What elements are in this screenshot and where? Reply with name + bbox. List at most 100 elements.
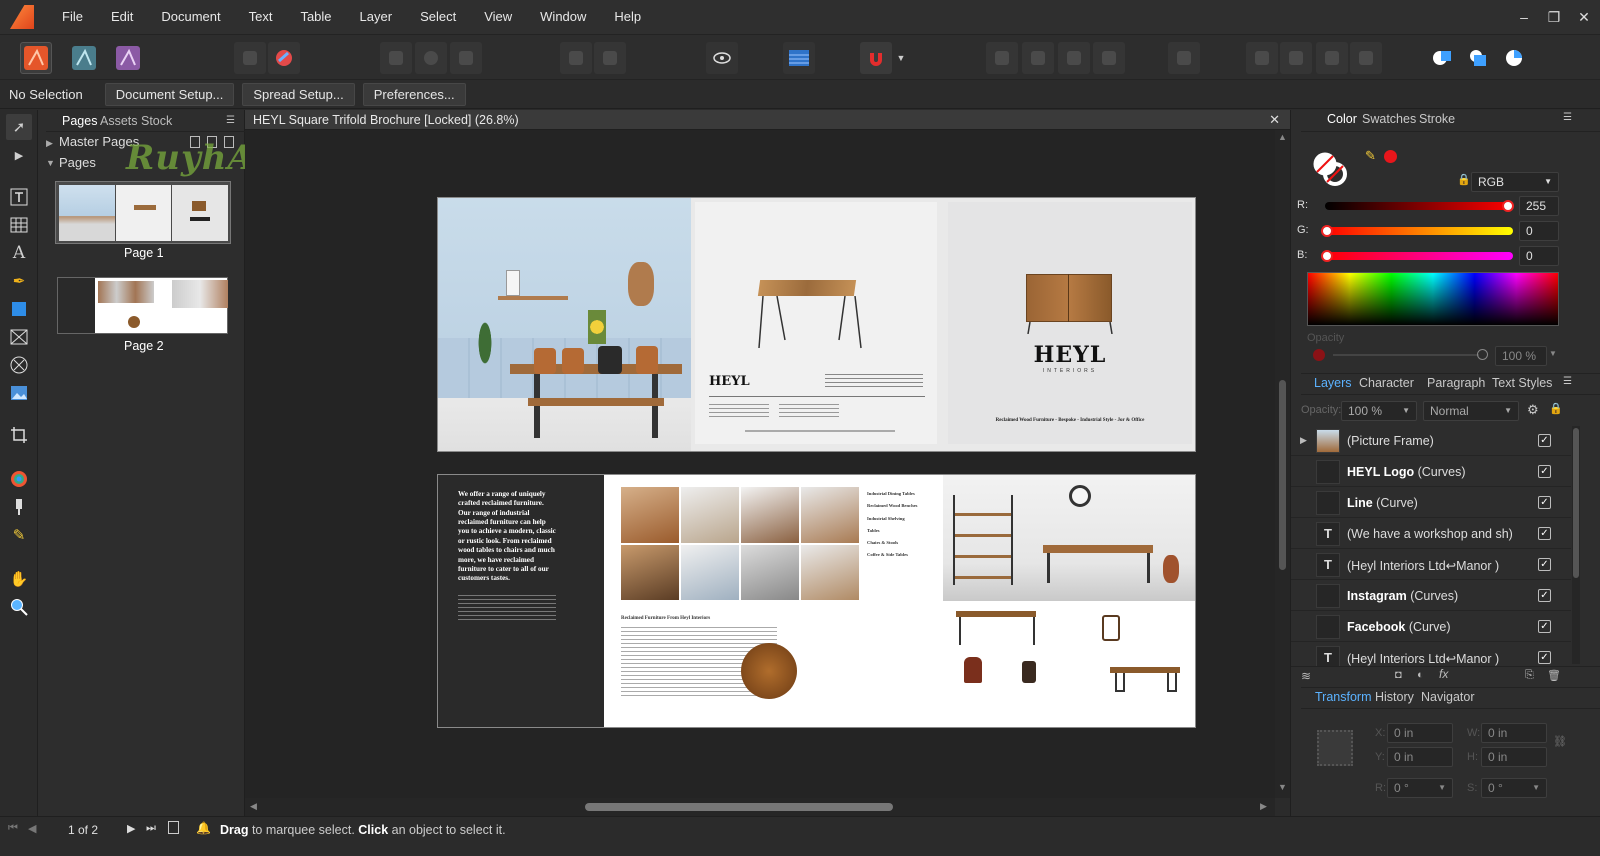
vertical-scrollbar[interactable]: ▲ ▼ bbox=[1275, 130, 1290, 798]
last-page-icon[interactable]: ⏭ bbox=[146, 822, 156, 835]
layer-row[interactable]: Line (Curve) ✓ bbox=[1291, 488, 1571, 518]
document-setup-button[interactable]: Document Setup... bbox=[104, 82, 235, 106]
y-field[interactable]: 0 in bbox=[1387, 747, 1453, 767]
first-page-icon[interactable]: ⏮ bbox=[8, 822, 18, 835]
menu-help[interactable]: Help bbox=[600, 0, 655, 34]
layers-scrollbar[interactable] bbox=[1572, 426, 1580, 664]
page-1-thumbnail[interactable] bbox=[55, 181, 231, 244]
layer-row[interactable]: T (Heyl Interiors Ltd↩Manor ) ✓ bbox=[1291, 550, 1571, 580]
pages-icon[interactable] bbox=[168, 821, 179, 834]
tab-color[interactable]: Color bbox=[1327, 112, 1357, 126]
tab-navigator[interactable]: Navigator bbox=[1421, 690, 1475, 704]
color-panel-menu-icon[interactable]: ☰ bbox=[1563, 112, 1572, 123]
layer-visibility-checkbox[interactable]: ✓ bbox=[1538, 620, 1551, 633]
menu-text[interactable]: Text bbox=[235, 0, 287, 34]
r-value-field[interactable]: 255 bbox=[1519, 196, 1559, 216]
boolean-subtract-icon[interactable] bbox=[1462, 42, 1494, 74]
rotation-field[interactable]: 0 ° ▼ bbox=[1387, 778, 1453, 798]
layer-visibility-checkbox[interactable]: ✓ bbox=[1538, 589, 1551, 602]
rotate-left-icon[interactable] bbox=[1316, 42, 1348, 74]
g-slider[interactable] bbox=[1325, 227, 1513, 235]
expand-master-pages-icon[interactable]: ▶ bbox=[46, 138, 53, 149]
color-model-select[interactable]: RGB ▼ bbox=[1471, 172, 1559, 192]
picture-frame-icon[interactable] bbox=[450, 42, 482, 74]
move-tool-icon[interactable]: ➚ bbox=[6, 114, 32, 140]
delete-layer-icon[interactable]: 🗑 bbox=[1547, 669, 1561, 682]
notification-bell-icon[interactable]: 🔔 bbox=[196, 821, 211, 835]
preferences-button[interactable]: Preferences... bbox=[362, 82, 466, 106]
ellipse-frame-tool-icon[interactable] bbox=[6, 352, 32, 378]
pen-tool-icon[interactable]: ✒ bbox=[6, 268, 32, 294]
vertical-scroll-thumb[interactable] bbox=[1279, 380, 1286, 570]
opacity-value-field[interactable]: 100 % bbox=[1495, 346, 1547, 366]
layer-row[interactable]: Instagram (Curves) ✓ bbox=[1291, 581, 1571, 611]
menu-select[interactable]: Select bbox=[406, 0, 470, 34]
next-page-icon[interactable]: ▶ bbox=[127, 822, 135, 835]
r-slider[interactable] bbox=[1325, 202, 1513, 210]
view-mode-icon[interactable] bbox=[706, 42, 738, 74]
tab-character[interactable]: Character bbox=[1359, 376, 1414, 390]
b-value-field[interactable]: 0 bbox=[1519, 246, 1559, 266]
pin-icon[interactable] bbox=[560, 42, 592, 74]
rectangle-tool-icon[interactable] bbox=[6, 296, 32, 322]
close-document-icon[interactable]: ✕ bbox=[1269, 112, 1280, 128]
opacity-dropdown-icon[interactable]: ▼ bbox=[1549, 349, 1557, 358]
layer-visibility-checkbox[interactable]: ✓ bbox=[1538, 434, 1551, 447]
document-canvas[interactable]: HEYL HEYL INTERIORS Reclaimed Wood Furni… bbox=[245, 130, 1275, 798]
boolean-intersect-icon[interactable] bbox=[1498, 42, 1530, 74]
lock-icon[interactable]: 🔒 bbox=[1457, 173, 1471, 186]
baseline-grid-icon[interactable] bbox=[783, 42, 815, 74]
b-slider[interactable] bbox=[1325, 252, 1513, 260]
scroll-left-icon[interactable]: ◀ bbox=[250, 801, 257, 812]
anchor-icon[interactable] bbox=[594, 42, 626, 74]
tab-pages[interactable]: Pages bbox=[62, 110, 97, 132]
color-picker-icon[interactable]: ✎ bbox=[1365, 148, 1376, 164]
layer-visibility-checkbox[interactable]: ✓ bbox=[1538, 558, 1551, 571]
g-slider-knob[interactable] bbox=[1321, 225, 1333, 237]
frame-text-tool-icon[interactable] bbox=[6, 184, 32, 210]
layer-row[interactable]: Facebook (Curve) ✓ bbox=[1291, 612, 1571, 642]
opacity-slider[interactable] bbox=[1333, 354, 1479, 356]
horizontal-scroll-thumb[interactable] bbox=[585, 803, 893, 811]
blend-mode-select[interactable]: Normal ▼ bbox=[1423, 401, 1519, 421]
previous-page-icon[interactable]: ◀ bbox=[28, 822, 36, 835]
scroll-down-icon[interactable]: ▼ bbox=[1278, 782, 1287, 792]
tab-history[interactable]: History bbox=[1375, 690, 1414, 704]
place-image-tool-icon[interactable] bbox=[6, 380, 32, 406]
snapping-icon[interactable] bbox=[860, 42, 892, 74]
h-field[interactable]: 0 in bbox=[1481, 747, 1547, 767]
layer-visibility-checkbox[interactable]: ✓ bbox=[1538, 527, 1551, 540]
scroll-right-icon[interactable]: ▶ bbox=[1260, 801, 1267, 812]
layer-row[interactable]: HEYL Logo (Curves) ✓ bbox=[1291, 457, 1571, 487]
rotate-right-icon[interactable] bbox=[1350, 42, 1382, 74]
layers-panel-menu-icon[interactable]: ☰ bbox=[1563, 376, 1572, 387]
publisher-persona-icon[interactable] bbox=[20, 42, 52, 74]
ellipse-frame-icon[interactable] bbox=[415, 42, 447, 74]
align-icon[interactable] bbox=[1168, 42, 1200, 74]
panel-menu-icon[interactable]: ☰ bbox=[226, 110, 235, 132]
horizontal-scrollbar[interactable]: ◀ ▶ bbox=[245, 798, 1275, 816]
move-forward-icon[interactable] bbox=[1058, 42, 1090, 74]
menu-edit[interactable]: Edit bbox=[97, 0, 147, 34]
mask-icon[interactable]: ◘ bbox=[1395, 669, 1402, 681]
expand-layer-icon[interactable]: ▶ bbox=[1300, 435, 1307, 446]
adjustment-icon[interactable]: ◐ bbox=[1417, 669, 1424, 681]
tab-text-styles[interactable]: Text Styles bbox=[1492, 376, 1552, 390]
flip-horizontal-icon[interactable] bbox=[1246, 42, 1278, 74]
layer-lock-icon[interactable]: 🔒 bbox=[1549, 402, 1563, 415]
layer-settings-gear-icon[interactable]: ⚙ bbox=[1527, 402, 1539, 418]
menu-window[interactable]: Window bbox=[526, 0, 600, 34]
eyedropper-tool-icon[interactable]: ✎ bbox=[6, 522, 32, 548]
table-tool-icon[interactable] bbox=[6, 212, 32, 238]
spread-page-2[interactable]: We offer a range of uniquely crafted rec… bbox=[437, 474, 1196, 728]
boolean-add-icon[interactable] bbox=[1426, 42, 1458, 74]
menu-file[interactable]: File bbox=[48, 0, 97, 34]
move-front-icon[interactable] bbox=[1093, 42, 1125, 74]
color-picker-tool-icon[interactable] bbox=[6, 466, 32, 492]
text-wrap-icon[interactable] bbox=[380, 42, 412, 74]
collapse-pages-icon[interactable]: ▼ bbox=[46, 158, 55, 168]
place-image-icon[interactable] bbox=[234, 42, 266, 74]
fill-stroke-swatch-icon[interactable] bbox=[1311, 150, 1349, 188]
layer-stack-icon[interactable]: ≋ bbox=[1301, 669, 1311, 683]
layer-visibility-checkbox[interactable]: ✓ bbox=[1538, 496, 1551, 509]
